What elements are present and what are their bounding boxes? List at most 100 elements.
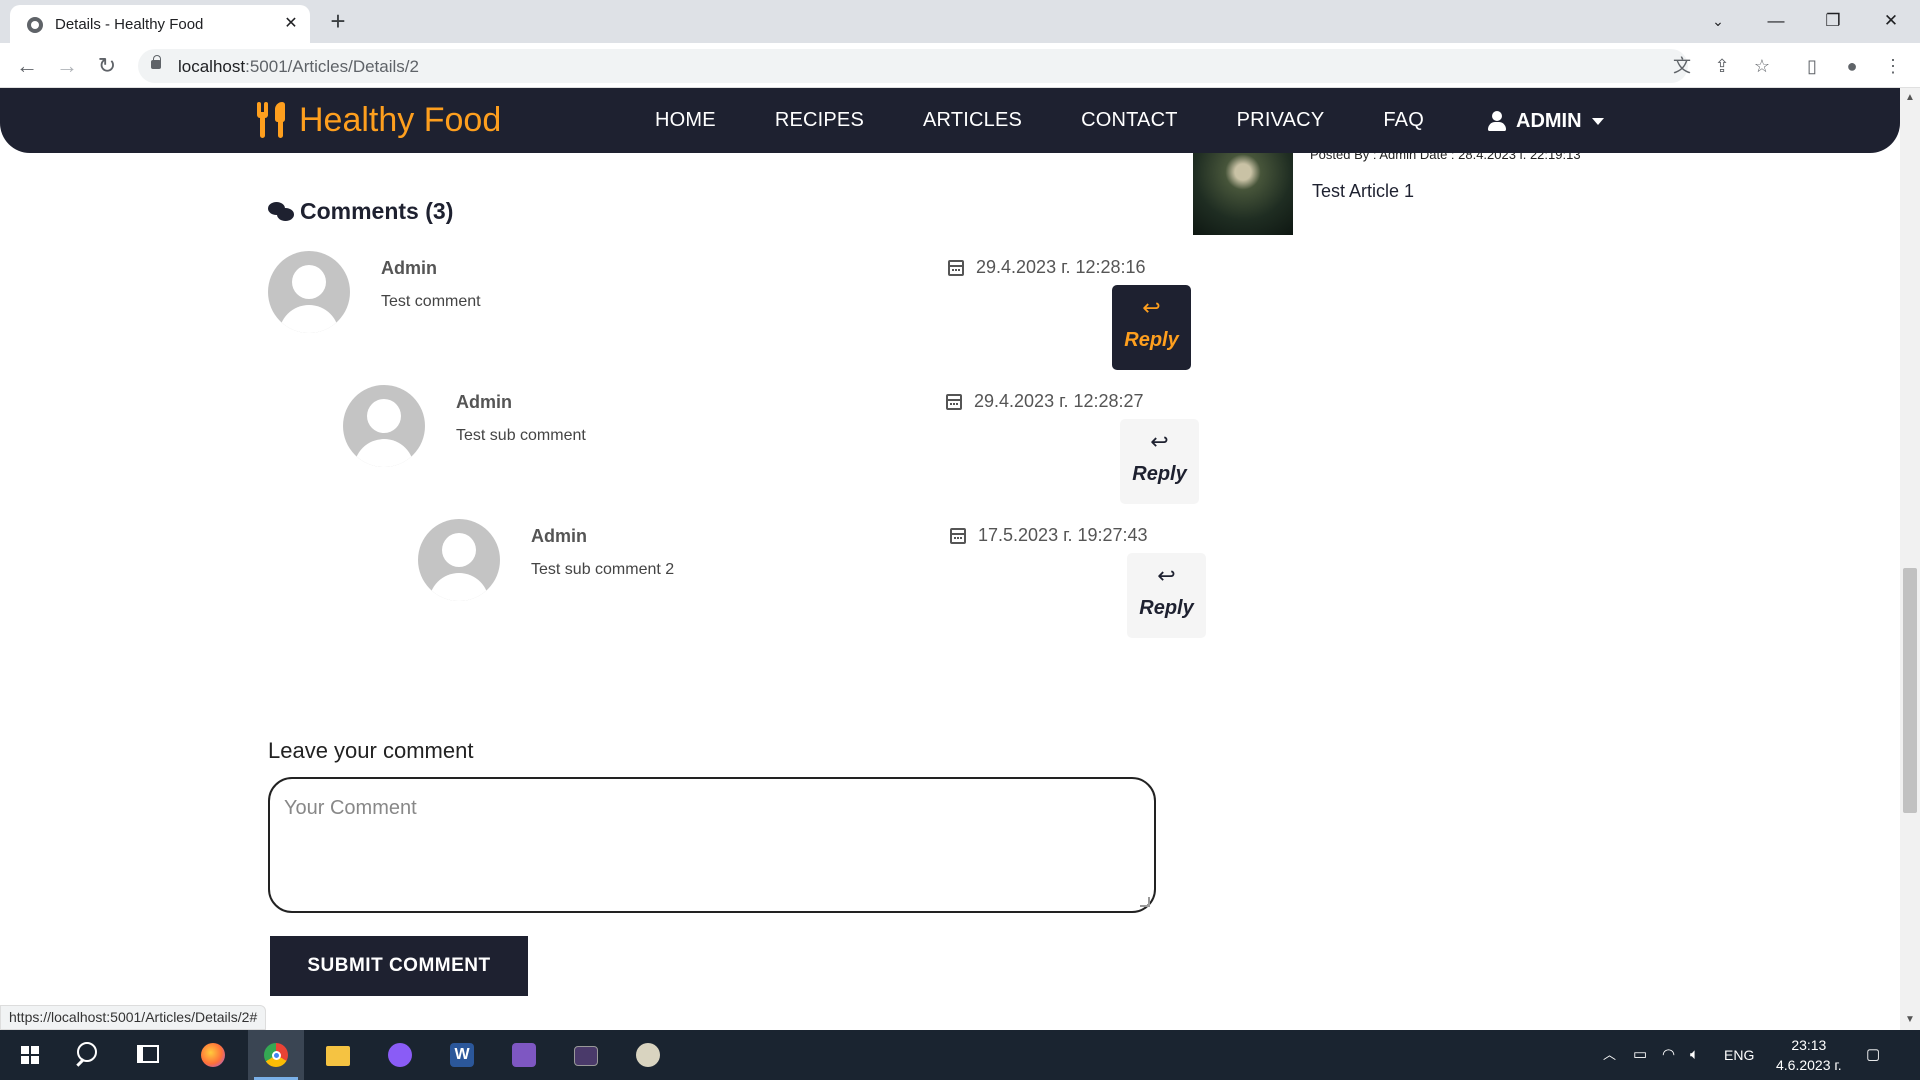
side-panel-icon[interactable]: ▯	[1801, 55, 1823, 77]
comment-date-text: 29.4.2023 г. 12:28:16	[976, 257, 1146, 277]
browser-tab[interactable]: Details - Healthy Food ✕	[10, 5, 310, 43]
scrollbar-thumb[interactable]	[1903, 568, 1917, 813]
brand-name: Healthy Food	[299, 100, 502, 139]
caret-down-icon	[1591, 117, 1604, 125]
comments-icon	[268, 201, 294, 222]
comment-author: Admin	[381, 258, 437, 278]
scroll-down-arrow-icon[interactable]: ▼	[1904, 1014, 1916, 1026]
show-hidden-icons-icon[interactable]: ︿	[1603, 1030, 1616, 1080]
nav-faq[interactable]: FAQ	[1383, 109, 1424, 132]
volume-icon[interactable]: 🔈︎	[1690, 1030, 1699, 1080]
terminal-icon	[574, 1046, 598, 1066]
share-icon[interactable]: ⇪	[1711, 55, 1733, 77]
firefox-icon	[201, 1043, 225, 1067]
reply-button[interactable]: ↩ Reply	[1112, 285, 1191, 370]
nav-contact[interactable]: CONTACT	[1081, 109, 1178, 132]
start-button[interactable]	[2, 1030, 58, 1080]
taskbar-firefox[interactable]	[185, 1030, 241, 1080]
taskbar-terminal[interactable]	[558, 1030, 614, 1080]
language-indicator[interactable]: ENG	[1724, 1030, 1754, 1080]
address-bar[interactable]: localhost:5001/Articles/Details/2	[138, 49, 1688, 83]
leave-comment-heading: Leave your comment	[268, 738, 474, 763]
comment-date-text: 29.4.2023 г. 12:28:27	[974, 391, 1144, 411]
reply-button[interactable]: ↩ Reply	[1120, 419, 1199, 504]
minimize-button[interactable]: —	[1756, 4, 1796, 38]
comment-date: 17.5.2023 г. 19:27:43	[950, 525, 1148, 546]
close-window-button[interactable]: ✕	[1871, 4, 1911, 38]
main-menu: HOME RECIPES ARTICLES CONTACT PRIVACY FA…	[655, 88, 1483, 153]
nav-articles[interactable]: ARTICLES	[923, 109, 1022, 132]
avatar	[343, 385, 425, 467]
user-icon	[1488, 111, 1506, 131]
comment-text: Test sub comment 2	[531, 561, 675, 578]
search-button[interactable]	[61, 1030, 117, 1080]
comments-heading: Comments (3)	[268, 198, 453, 225]
url-text: localhost:5001/Articles/Details/2	[178, 57, 419, 77]
taskbar-clock[interactable]: 23:13 4.6.2023 г.	[1776, 1035, 1842, 1075]
wifi-icon[interactable]: ◠	[1662, 1030, 1675, 1080]
article-thumbnail[interactable]	[1193, 145, 1293, 235]
translate-icon[interactable]: 文	[1671, 55, 1693, 77]
resize-handle[interactable]	[1140, 897, 1150, 907]
page-scrollbar[interactable]	[1900, 88, 1920, 1030]
comment-text: Test sub comment	[456, 427, 586, 444]
reply-icon: ↩	[1142, 295, 1161, 320]
back-button[interactable]: ←	[12, 51, 42, 81]
url-host: localhost	[178, 57, 246, 76]
lock-icon[interactable]	[151, 55, 161, 69]
comment-date: 29.4.2023 г. 12:28:27	[946, 391, 1144, 412]
taskbar-paint[interactable]	[620, 1030, 676, 1080]
github-icon	[388, 1043, 412, 1067]
link-status-bar: https://localhost:5001/Articles/Details/…	[0, 1005, 267, 1030]
reload-button[interactable]: ↻	[92, 51, 122, 81]
windows-logo-icon	[21, 1046, 39, 1064]
comment-textarea[interactable]: Your Comment	[268, 777, 1156, 913]
address-toolbar: ← → ↻ localhost:5001/Articles/Details/2 …	[0, 43, 1920, 88]
menu-kebab-icon[interactable]: ⋮	[1882, 55, 1904, 77]
comments-title: Comments (3)	[300, 198, 454, 224]
user-menu-label: ADMIN	[1516, 109, 1582, 132]
globe-icon	[27, 17, 43, 33]
nav-privacy[interactable]: PRIVACY	[1237, 109, 1325, 132]
calendar-icon	[950, 527, 966, 544]
battery-icon[interactable]: ▭	[1633, 1030, 1647, 1080]
brand-logo[interactable]: Healthy Food	[255, 98, 501, 142]
word-icon: W	[450, 1043, 474, 1067]
submit-comment-button[interactable]: SUBMIT COMMENT	[270, 936, 528, 996]
windows-taskbar: W ︿ ▭ ◠ 🔈︎ ENG 23:13 4.6.2023 г. ▢	[0, 1030, 1920, 1080]
avatar	[268, 251, 350, 333]
clock-time: 23:13	[1791, 1037, 1827, 1053]
restore-button[interactable]: ❐	[1813, 4, 1853, 38]
nav-recipes[interactable]: RECIPES	[775, 109, 864, 132]
paint-icon	[636, 1043, 660, 1067]
taskbar-word[interactable]: W	[434, 1030, 490, 1080]
sidebar-article-title[interactable]: Test Article 1	[1312, 181, 1414, 202]
forward-button[interactable]: →	[52, 51, 82, 81]
tab-title: Details - Healthy Food	[55, 16, 204, 33]
profile-icon[interactable]: ●	[1841, 55, 1863, 77]
folder-icon	[326, 1046, 350, 1066]
tab-search-icon[interactable]: ⌄	[1698, 4, 1738, 38]
new-tab-button[interactable]: +	[324, 8, 352, 36]
taskbar-file-explorer[interactable]	[310, 1030, 366, 1080]
site-navbar: Healthy Food HOME RECIPES ARTICLES CONTA…	[0, 88, 1900, 153]
user-menu-dropdown[interactable]: ADMIN	[1488, 108, 1604, 134]
task-view-button[interactable]	[121, 1030, 177, 1080]
nav-home[interactable]: HOME	[655, 109, 716, 132]
comment-text: Test comment	[381, 293, 481, 310]
notifications-icon[interactable]: ▢	[1866, 1030, 1880, 1080]
scroll-up-arrow-icon[interactable]: ▲	[1904, 92, 1916, 104]
clock-date: 4.6.2023 г.	[1776, 1057, 1842, 1073]
reply-button[interactable]: ↩ Reply	[1127, 553, 1206, 638]
taskbar-github-desktop[interactable]	[372, 1030, 428, 1080]
bookmark-star-icon[interactable]: ☆	[1751, 55, 1773, 77]
comment-placeholder: Your Comment	[284, 797, 417, 819]
calendar-icon	[948, 259, 964, 276]
reply-label: Reply	[1132, 463, 1187, 485]
close-tab-icon[interactable]: ✕	[280, 13, 302, 35]
visual-studio-icon	[512, 1043, 536, 1067]
taskbar-visual-studio[interactable]	[496, 1030, 552, 1080]
taskbar-chrome[interactable]	[248, 1030, 304, 1080]
comment-date-text: 17.5.2023 г. 19:27:43	[978, 525, 1148, 545]
reply-icon: ↩	[1150, 429, 1169, 454]
